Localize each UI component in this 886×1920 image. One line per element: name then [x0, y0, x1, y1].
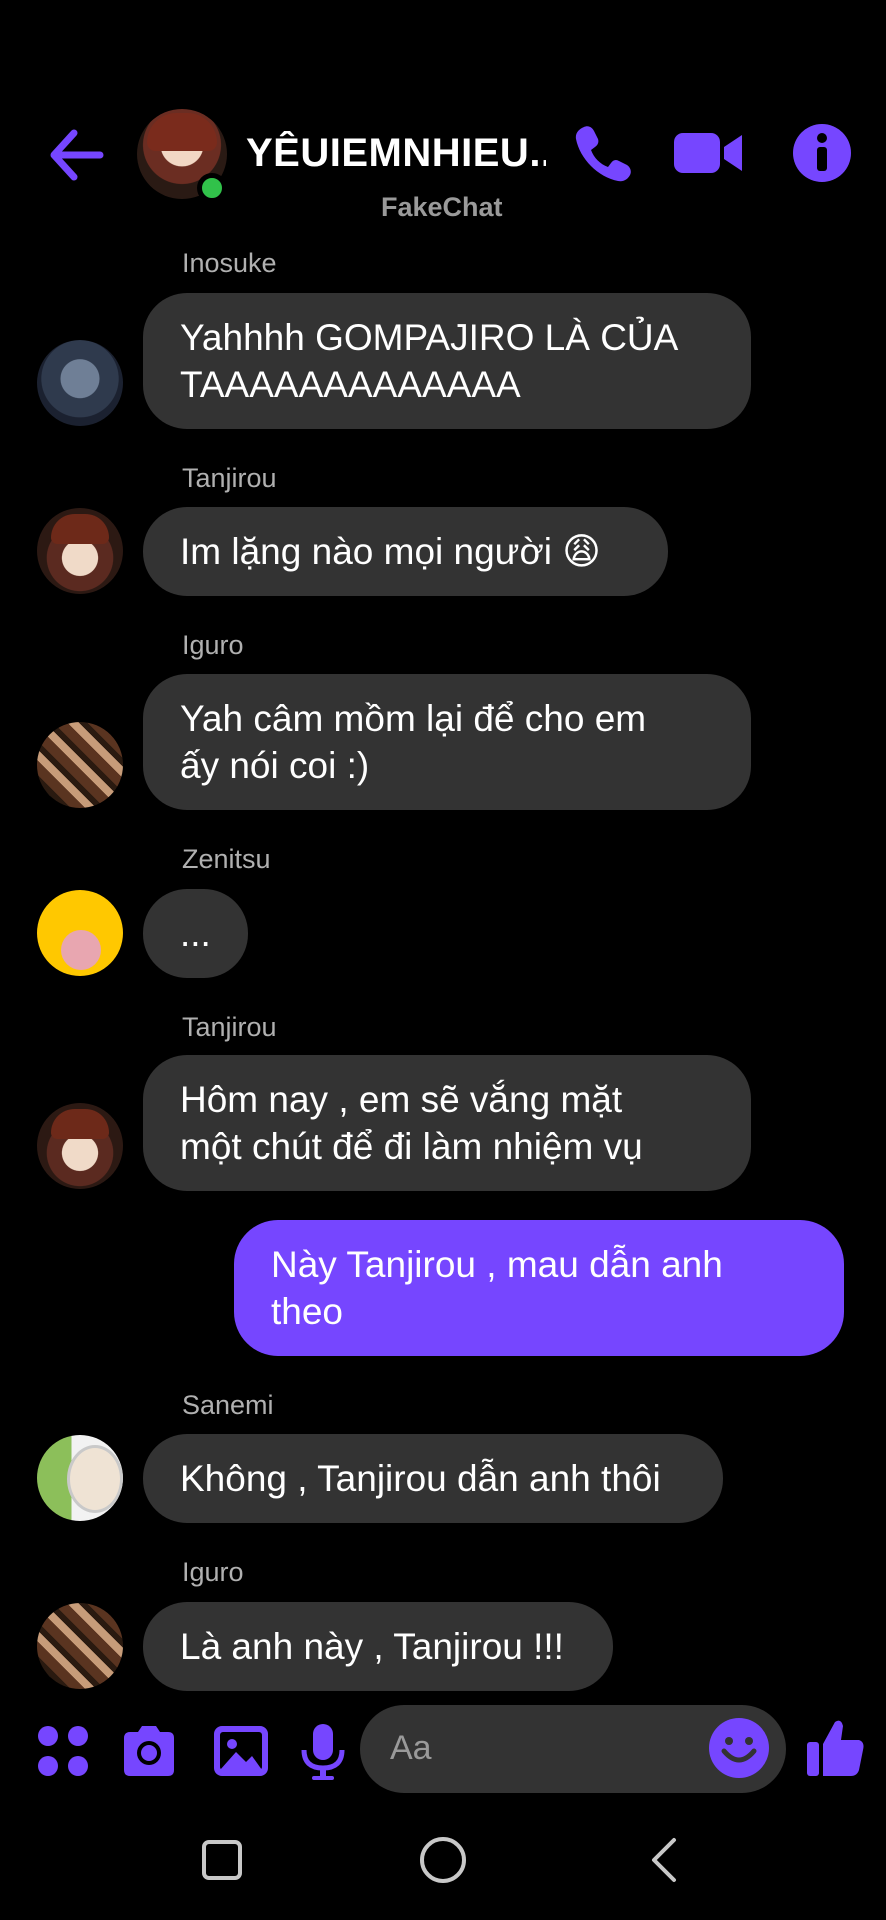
chat-title[interactable]: YÊUIEMNHIEU...	[246, 131, 546, 176]
menu-dots-icon[interactable]	[32, 1720, 94, 1782]
sender-avatar[interactable]	[37, 1103, 123, 1189]
sender-name: Sanemi	[182, 1390, 274, 1420]
message-bubble[interactable]: Không , Tanjirou dẫn anh thôi	[143, 1434, 723, 1523]
sender-name: Zenitsu	[182, 844, 271, 874]
sender-name: Iguro	[182, 1557, 244, 1587]
message-bubble[interactable]: Là anh này , Tanjirou !!!	[143, 1602, 613, 1691]
emoji-icon[interactable]	[708, 1717, 770, 1779]
home-icon[interactable]	[417, 1834, 469, 1886]
phone-call-icon[interactable]	[570, 121, 634, 185]
chat-header: YÊUIEMNHIEU... FakeChat	[0, 95, 886, 235]
message-composer: Aa	[0, 1700, 886, 1800]
sender-name: Tanjirou	[182, 1012, 277, 1042]
video-call-icon[interactable]	[672, 121, 744, 185]
message-bubble[interactable]: Yahhhh GOMPAJIRO LÀ CỦA TAAAAAAAAAAAAA	[143, 293, 751, 429]
info-icon[interactable]	[790, 121, 854, 185]
system-nav-bar	[0, 1800, 886, 1920]
sender-name: Tanjirou	[182, 463, 277, 493]
microphone-icon[interactable]	[292, 1720, 354, 1782]
sender-avatar[interactable]	[37, 722, 123, 808]
back-nav-icon[interactable]	[640, 1834, 692, 1886]
chat-subtitle: FakeChat	[381, 192, 503, 222]
message-bubble[interactable]: ...	[143, 889, 248, 978]
sender-name: Inosuke	[182, 248, 277, 278]
message-bubble[interactable]: Hôm nay , em sẽ vắng mặt một chút để đi …	[143, 1055, 751, 1191]
sender-avatar[interactable]	[37, 1603, 123, 1689]
sender-name: Iguro	[182, 630, 244, 660]
camera-icon[interactable]	[118, 1720, 180, 1782]
thumbs-up-icon[interactable]	[805, 1716, 867, 1778]
message-bubble[interactable]: Yah câm mồm lại để cho em ấy nói coi :)	[143, 674, 751, 810]
online-status-dot	[197, 173, 227, 203]
sender-avatar[interactable]	[37, 890, 123, 976]
recent-apps-icon[interactable]	[196, 1834, 248, 1886]
own-message-bubble[interactable]: Này Tanjirou , mau dẫn anh theo	[234, 1220, 844, 1356]
message-bubble[interactable]: Im lặng nào mọi người 😩	[143, 507, 668, 596]
back-arrow-icon[interactable]	[48, 127, 104, 183]
message-input-placeholder: Aa	[390, 1729, 432, 1767]
gallery-icon[interactable]	[210, 1720, 272, 1782]
sender-avatar[interactable]	[37, 1435, 123, 1521]
sender-avatar[interactable]	[37, 508, 123, 594]
sender-avatar[interactable]	[37, 340, 123, 426]
